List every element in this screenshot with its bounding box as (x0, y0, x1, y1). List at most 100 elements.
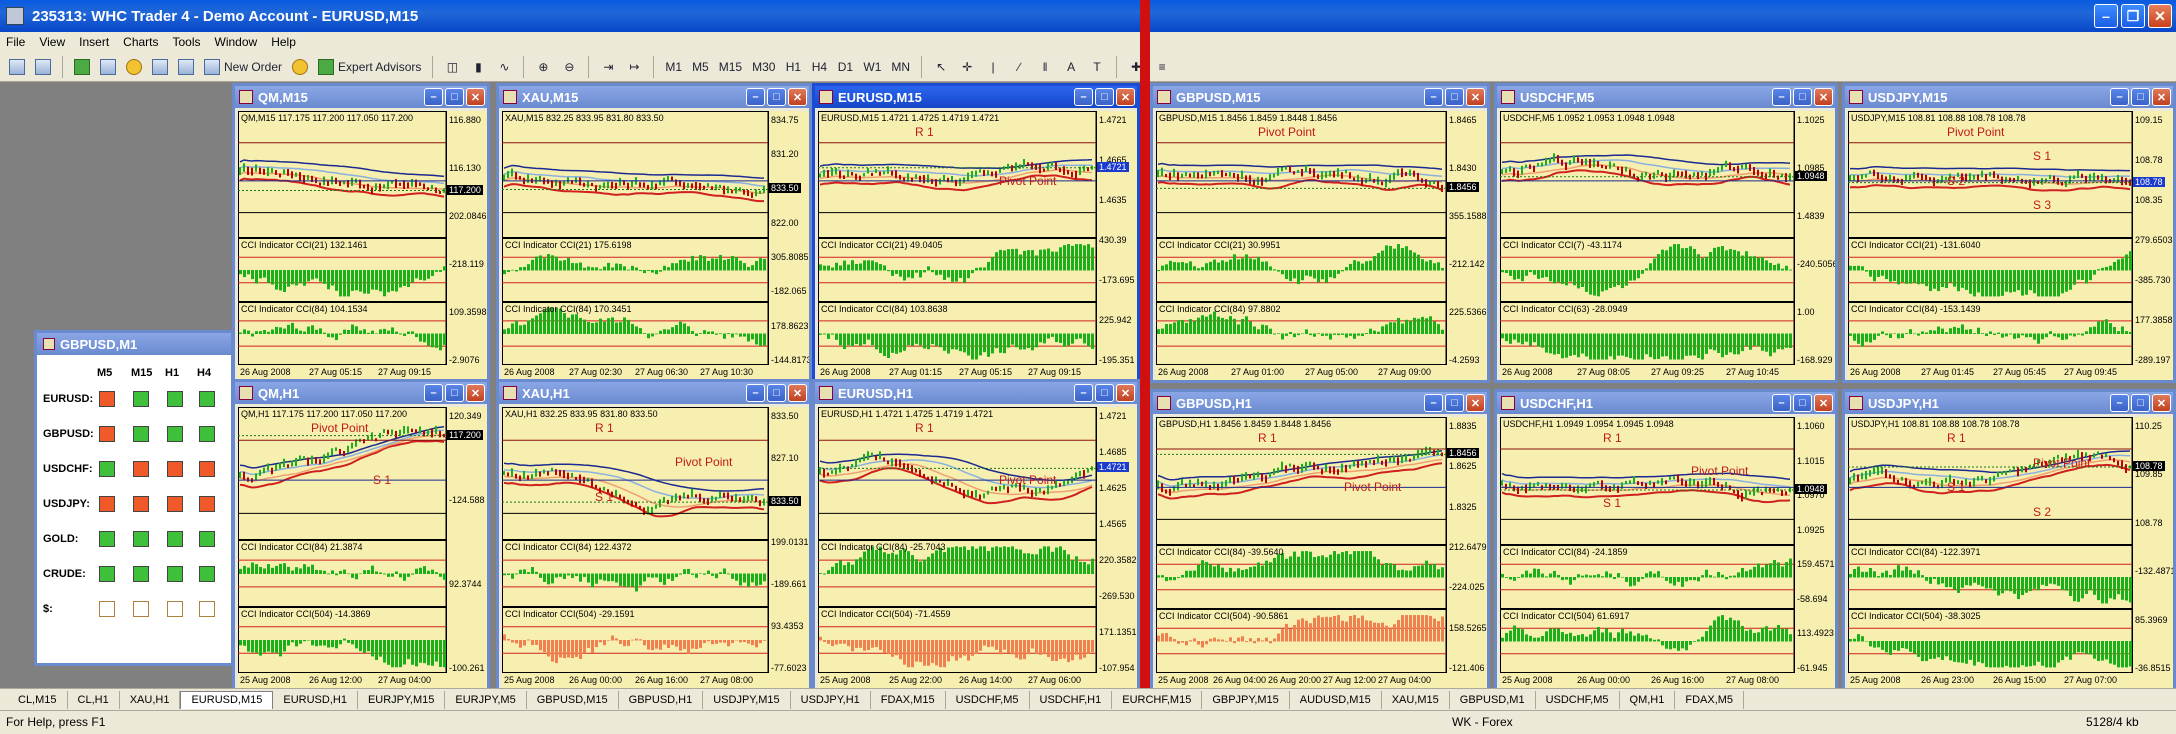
chart-plot-area[interactable]: USDJPY,H1 108.81 108.88 108.78 108.78 CCI… (1848, 417, 2173, 688)
terminal-button[interactable] (149, 56, 171, 78)
chart-plot-area[interactable]: EURUSD,M15 1.4721 1.4725 1.4719 1.4721 CC… (818, 111, 1137, 380)
chart-tab-gbpusd-m15[interactable]: GBPUSD,M15 (527, 690, 619, 709)
chart-tab-fdax-m5[interactable]: FDAX,M5 (1675, 690, 1745, 709)
new-order-button[interactable]: New Order (201, 56, 285, 78)
chart-tab-xau-m15[interactable]: XAU,M15 (1382, 690, 1450, 709)
chart-plot-area[interactable]: QM,H1 117.175 117.200 117.050 117.200 CCI… (238, 407, 487, 688)
period-m1-button[interactable]: M1 (662, 56, 685, 78)
chart-tab-usdchf-h1[interactable]: USDCHF,H1 (1030, 690, 1113, 709)
market-watch-button[interactable] (71, 56, 93, 78)
chart-minimize-button[interactable]: – (1074, 384, 1093, 402)
chart-minimize-button[interactable]: – (1772, 88, 1791, 106)
zoom-out-button[interactable]: ⊖ (558, 56, 580, 78)
chart-tab-gbpjpy-m15[interactable]: GBPJPY,M15 (1202, 690, 1290, 709)
data-window-button[interactable] (97, 56, 119, 78)
chart-tab-usdjpy-m15[interactable]: USDJPY,M15 (703, 690, 791, 709)
chart-tab-usdchf-m5[interactable]: USDCHF,M5 (946, 690, 1030, 709)
chart-minimize-button[interactable]: – (424, 88, 443, 106)
chart-window-xau-m15[interactable]: XAU,M15– □ ✕ XAU,M15 832.25 833.95 831.80 8… (496, 83, 812, 383)
chart-tab-fdax-m15[interactable]: FDAX,M15 (871, 690, 946, 709)
chart-close-button[interactable]: ✕ (788, 384, 807, 402)
chart-title-bar[interactable]: QM,M15– □ ✕ (235, 86, 487, 108)
chart-close-button[interactable]: ✕ (466, 88, 485, 106)
chart-tab-eurchf-m15[interactable]: EURCHF,M15 (1112, 690, 1203, 709)
chart-window-qm-h1[interactable]: QM,H1– □ ✕ QM,H1 117.175 117.200 117.050 11… (232, 379, 490, 688)
chart-tab-gbpusd-h1[interactable]: GBPUSD,H1 (619, 690, 704, 709)
tester-button[interactable] (175, 56, 197, 78)
chart-minimize-button[interactable]: – (1772, 394, 1791, 412)
chart-tab-gbpusd-m1[interactable]: GBPUSD,M1 (1450, 690, 1536, 709)
navigator-button[interactable] (123, 56, 145, 78)
chart-tab-xau-h1[interactable]: XAU,H1 (120, 690, 181, 709)
chart-title-bar[interactable]: USDJPY,M15– □ ✕ (1845, 86, 2173, 108)
zoom-in-button[interactable]: ⊕ (532, 56, 554, 78)
chart-title-bar[interactable]: GBPUSD,H1– □ ✕ (1153, 392, 1487, 414)
chart-title-bar[interactable]: XAU,H1– □ ✕ (499, 382, 809, 404)
chart-tab-qm-h1[interactable]: QM,H1 (1620, 690, 1676, 709)
chart-tab-eurjpy-m15[interactable]: EURJPY,M15 (358, 690, 446, 709)
chart-maximize-button[interactable]: □ (445, 88, 464, 106)
chart-title-bar[interactable]: USDCHF,H1– □ ✕ (1497, 392, 1835, 414)
chart-close-button[interactable]: ✕ (788, 88, 807, 106)
chart-plot-area[interactable]: USDCHF,M5 1.0952 1.0953 1.0948 1.0948 CCI… (1500, 111, 1835, 380)
chart-tab-cl-h1[interactable]: CL,H1 (68, 690, 120, 709)
period-m15-button[interactable]: M15 (716, 56, 745, 78)
chart-window-usdjpy-m15[interactable]: USDJPY,M15– □ ✕ USDJPY,M15 108.81 108.88 10… (1842, 83, 2176, 383)
chart-window-gbpusd-m15[interactable]: GBPUSD,M15– □ ✕ GBPUSD,M15 1.8456 1.8459 1.… (1150, 83, 1490, 383)
chart-title-bar[interactable]: USDJPY,H1– □ ✕ (1845, 392, 2173, 414)
chart-plot-area[interactable]: USDCHF,H1 1.0949 1.0954 1.0945 1.0948 CCI… (1500, 417, 1835, 688)
restore-button[interactable]: ❐ (2121, 4, 2145, 28)
chart-plot-area[interactable]: QM,M15 117.175 117.200 117.050 117.200 CC… (238, 111, 487, 380)
label-tool-button[interactable]: T (1086, 56, 1108, 78)
chart-tab-audusd-m15[interactable]: AUDUSD,M15 (1290, 690, 1382, 709)
chart-minimize-button[interactable]: – (1424, 88, 1443, 106)
chart-window-xau-h1[interactable]: XAU,H1– □ ✕ XAU,H1 832.25 833.95 831.80 833… (496, 379, 812, 688)
text-tool-button[interactable]: A (1060, 56, 1082, 78)
menu-file[interactable]: File (6, 35, 25, 49)
period-h1-button[interactable]: H1 (782, 56, 804, 78)
chart-tab-usdjpy-h1[interactable]: USDJPY,H1 (791, 690, 871, 709)
chart-minimize-button[interactable]: – (1424, 394, 1443, 412)
crosshair-tool-button[interactable]: ✛ (956, 56, 978, 78)
new-chart-button[interactable] (6, 56, 28, 78)
chart-maximize-button[interactable]: □ (767, 384, 786, 402)
chart-maximize-button[interactable]: □ (2131, 88, 2150, 106)
bar-chart-button[interactable]: ◫ (441, 56, 463, 78)
chart-tab-eurusd-m15[interactable]: EURUSD,M15 (180, 690, 274, 709)
trendline-button[interactable]: ∕ (1008, 56, 1030, 78)
menu-help[interactable]: Help (271, 35, 296, 49)
chart-maximize-button[interactable]: □ (1793, 88, 1812, 106)
chart-minimize-button[interactable]: – (746, 384, 765, 402)
candle-chart-button[interactable]: ▮ (467, 56, 489, 78)
chart-window-eurusd-h1[interactable]: EURUSD,H1– □ ✕ EURUSD,H1 1.4721 1.4725 1.47… (812, 379, 1140, 688)
chart-close-button[interactable]: ✕ (466, 384, 485, 402)
chart-tab-eurusd-h1[interactable]: EURUSD,H1 (273, 690, 358, 709)
chart-plot-area[interactable]: XAU,M15 832.25 833.95 831.80 833.50 CCI I… (502, 111, 809, 380)
chart-plot-area[interactable]: EURUSD,H1 1.4721 1.4725 1.4719 1.4721 CCI… (818, 407, 1137, 688)
period-h4-button[interactable]: H4 (808, 56, 830, 78)
chart-window-qm-m15[interactable]: QM,M15– □ ✕ QM,M15 117.175 117.200 117.050 … (232, 83, 490, 383)
chart-window-eurusd-m15[interactable]: EURUSD,M15– □ ✕ EURUSD,M15 1.4721 1.4725 1.… (812, 83, 1140, 383)
chart-minimize-button[interactable]: – (2110, 88, 2129, 106)
minimize-button[interactable]: – (2094, 4, 2118, 28)
menu-window[interactable]: Window (215, 35, 258, 49)
vertical-line-button[interactable]: | (982, 56, 1004, 78)
channel-button[interactable]: ‖ (1034, 56, 1056, 78)
chart-close-button[interactable]: ✕ (1466, 88, 1485, 106)
chart-window-gbpusd-h1[interactable]: GBPUSD,H1– □ ✕ GBPUSD,H1 1.8456 1.8459 1.84… (1150, 389, 1490, 688)
chart-close-button[interactable]: ✕ (1814, 88, 1833, 106)
chart-tab-usdchf-m5[interactable]: USDCHF,M5 (1536, 690, 1620, 709)
chart-close-button[interactable]: ✕ (2152, 88, 2171, 106)
close-button[interactable]: ✕ (2148, 4, 2172, 28)
autoscroll-button[interactable]: ⇥ (597, 56, 619, 78)
chart-title-bar[interactable]: GBPUSD,M15– □ ✕ (1153, 86, 1487, 108)
chart-shift-button[interactable]: ↦ (623, 56, 645, 78)
chart-title-bar[interactable]: EURUSD,M15– □ ✕ (815, 86, 1137, 108)
chart-tab-cl-m15[interactable]: CL,M15 (8, 690, 68, 709)
period-m5-button[interactable]: M5 (689, 56, 712, 78)
period-m30-button[interactable]: M30 (749, 56, 778, 78)
chart-close-button[interactable]: ✕ (1116, 384, 1135, 402)
fibonacci-button[interactable]: ≡ (1151, 56, 1173, 78)
chart-window-usdjpy-h1[interactable]: USDJPY,H1– □ ✕ USDJPY,H1 108.81 108.88 108.… (1842, 389, 2176, 688)
chart-maximize-button[interactable]: □ (445, 384, 464, 402)
